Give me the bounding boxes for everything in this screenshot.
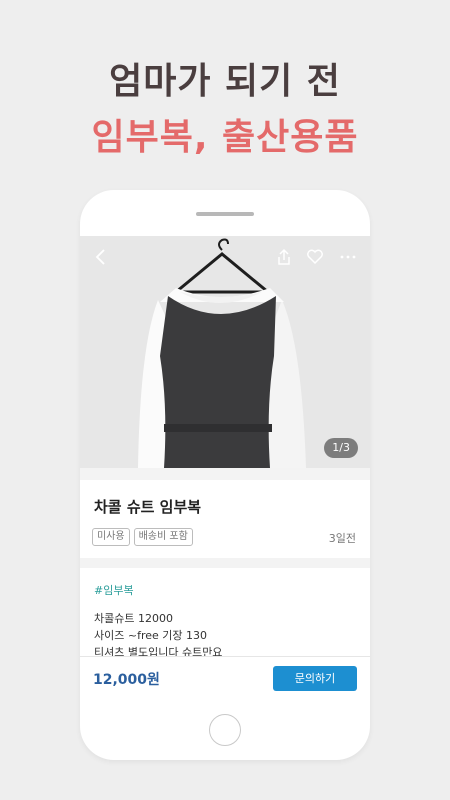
phone-frame: 1/3 차콜 슈트 임부복 미사용 배송비 포함 3일전 #임부복 차콜슈트 1… xyxy=(80,190,370,760)
home-button[interactable] xyxy=(209,714,241,746)
purchase-bar: 12,000원 문의하기 xyxy=(80,656,370,700)
product-info: 차콜 슈트 임부복 미사용 배송비 포함 3일전 xyxy=(80,480,370,558)
more-horizontal-icon[interactable] xyxy=(337,246,359,268)
headline-line-1: 엄마가 되기 전 xyxy=(109,61,341,102)
hashtag-link[interactable]: #임부복 xyxy=(94,582,134,598)
description-text: 차콜슈트 12000 사이즈 ~free 기장 130 티셔츠 별도입니다 슈트… xyxy=(94,610,222,656)
tag-shipping-included: 배송비 포함 xyxy=(133,528,193,546)
description-line: 사이즈 ~free 기장 130 xyxy=(94,629,207,642)
back-chevron-icon[interactable] xyxy=(90,246,112,268)
app-screen: 1/3 차콜 슈트 임부복 미사용 배송비 포함 3일전 #임부복 차콜슈트 1… xyxy=(80,236,370,700)
heart-icon[interactable] xyxy=(304,246,326,268)
posted-time: 3일전 xyxy=(328,532,356,545)
description-line: 티셔츠 별도입니다 슈트만요 xyxy=(94,646,223,656)
image-counter: 1/3 xyxy=(324,438,358,458)
price-label: 12,000원 xyxy=(93,672,160,688)
product-title: 차콜 슈트 임부복 xyxy=(94,498,202,516)
headline-line-2: 임부복, 출산용품 xyxy=(91,117,359,158)
description-line: 차콜슈트 12000 xyxy=(94,612,173,625)
product-photo[interactable]: 1/3 xyxy=(80,236,370,468)
inquire-button[interactable]: 문의하기 xyxy=(273,666,357,691)
dress-image xyxy=(80,236,370,468)
product-description: #임부복 차콜슈트 12000 사이즈 ~free 기장 130 티셔츠 별도입… xyxy=(80,568,370,656)
share-icon[interactable] xyxy=(273,246,295,268)
tag-unused: 미사용 xyxy=(92,528,130,546)
phone-speaker xyxy=(196,212,254,216)
product-tags: 미사용 배송비 포함 xyxy=(92,528,193,546)
